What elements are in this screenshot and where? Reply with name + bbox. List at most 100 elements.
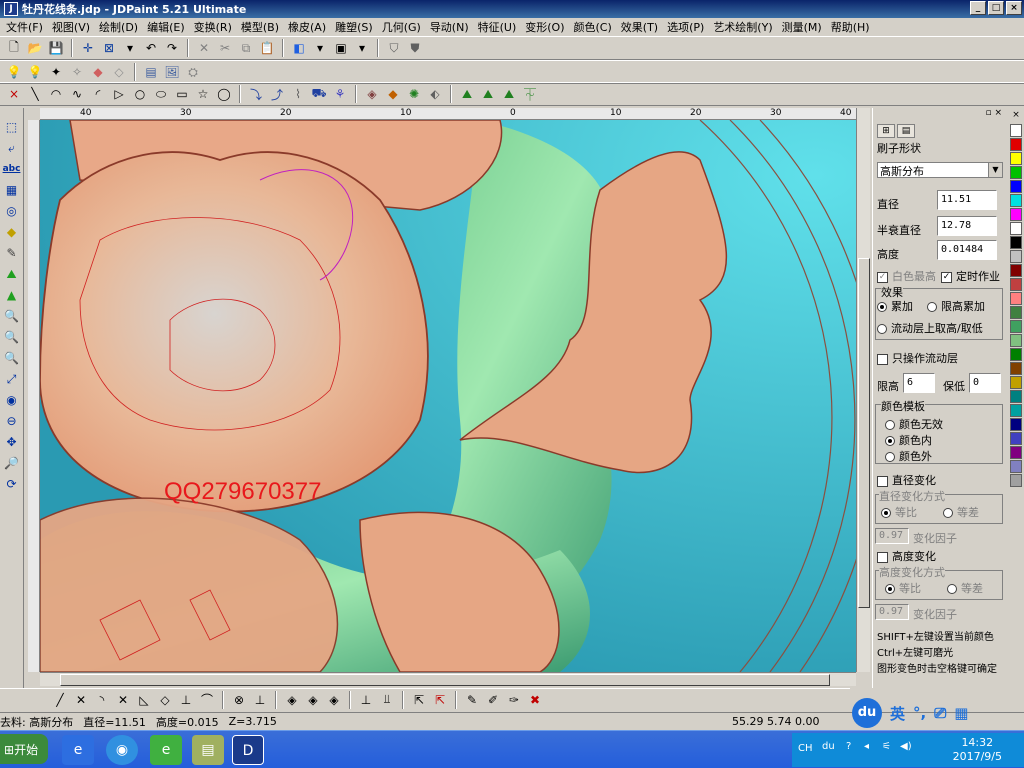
- color-swatch[interactable]: [1010, 208, 1022, 221]
- color-swatch[interactable]: [1010, 460, 1022, 473]
- refresh-icon[interactable]: ⟳: [2, 475, 22, 493]
- snap-2-icon[interactable]: ◈: [303, 690, 323, 710]
- redo-icon[interactable]: ↷: [162, 38, 182, 58]
- menu-guide[interactable]: 导动(N): [428, 19, 476, 35]
- zoom-prev-icon[interactable]: ⊖: [2, 412, 22, 430]
- color-swatch[interactable]: [1010, 166, 1022, 179]
- height-ratio-radio[interactable]: 等比: [885, 580, 921, 596]
- color-swatch[interactable]: [1010, 446, 1022, 459]
- menu-options[interactable]: 选项(P): [665, 19, 711, 35]
- diamond-tool-icon[interactable]: ◇: [155, 690, 175, 710]
- color-swatch[interactable]: [1010, 306, 1022, 319]
- color-swatch[interactable]: [1010, 418, 1022, 431]
- edit-tool-3-icon[interactable]: ✑: [504, 690, 524, 710]
- height-diff-radio[interactable]: 等差: [947, 580, 983, 596]
- color-swatch[interactable]: [1010, 362, 1022, 375]
- radio-dot[interactable]: [885, 452, 895, 462]
- view-3d-icon[interactable]: ◉: [2, 391, 22, 409]
- circle-icon[interactable]: ○: [130, 84, 150, 104]
- white-highest-checkbox[interactable]: ✓ 白色最高: [877, 268, 936, 284]
- tangent-tool-icon[interactable]: ⌒: [197, 690, 217, 710]
- text-tool-icon[interactable]: abc: [2, 160, 22, 178]
- checkbox-box[interactable]: ✓: [877, 271, 888, 283]
- snap-mid-icon[interactable]: ⊥: [250, 690, 270, 710]
- menu-geometry[interactable]: 几何(G): [380, 19, 428, 35]
- menu-help[interactable]: 帮助(H): [829, 19, 877, 35]
- drawing-canvas[interactable]: QQ279670377: [40, 120, 856, 672]
- sculpt-tool-3-icon[interactable]: ⌇: [288, 84, 308, 104]
- edit-tool-1-icon[interactable]: ✎: [462, 690, 482, 710]
- color-inside-radio[interactable]: 颜色内: [885, 432, 932, 448]
- menu-measure[interactable]: 测量(M): [780, 19, 829, 35]
- ie-browser-icon[interactable]: e: [62, 735, 94, 765]
- brush-shape-select[interactable]: 高斯分布 ▼: [877, 162, 1003, 178]
- relief-tool-6-icon[interactable]: ⛰: [478, 84, 498, 104]
- close-button[interactable]: ×: [1006, 1, 1022, 15]
- color-swatch[interactable]: [1010, 376, 1022, 389]
- color-swatch[interactable]: [1010, 250, 1022, 263]
- crosshair-icon[interactable]: ✛: [78, 38, 98, 58]
- tray-arrow-icon[interactable]: ◂: [864, 741, 869, 752]
- minimize-button[interactable]: _: [970, 1, 986, 15]
- menu-color[interactable]: 颜色(C): [572, 19, 619, 35]
- cut-icon[interactable]: ✂: [215, 38, 235, 58]
- tray-volume-icon[interactable]: ◀): [900, 741, 912, 752]
- triangle-icon[interactable]: ▷: [109, 84, 129, 104]
- relief-tool-2-icon[interactable]: ◆: [383, 84, 403, 104]
- menu-sculpt[interactable]: 雕塑(S): [333, 19, 380, 35]
- light-yellow-icon[interactable]: 💡: [25, 62, 45, 82]
- color-swatch[interactable]: [1010, 334, 1022, 347]
- radio-dot[interactable]: [927, 302, 937, 312]
- zoom-out-icon[interactable]: 🔍: [2, 349, 22, 367]
- cancel-icon[interactable]: ✖: [525, 690, 545, 710]
- open-file-icon[interactable]: 📂: [25, 38, 45, 58]
- color-outside-radio[interactable]: 颜色外: [885, 448, 932, 464]
- menu-draw[interactable]: 绘制(D): [97, 19, 145, 35]
- snap-point-icon[interactable]: ⊗: [229, 690, 249, 710]
- relief-green-icon[interactable]: ⛰: [2, 265, 22, 283]
- relief-tool-1-icon[interactable]: ◈: [362, 84, 382, 104]
- effect-flow-radio[interactable]: 流动层上取高/取低: [877, 320, 983, 336]
- relief-tool-3-icon[interactable]: ✺: [404, 84, 424, 104]
- zoom-fit-icon[interactable]: ⤢: [2, 370, 22, 388]
- tray-clock[interactable]: 14:32 2017/9/5: [953, 736, 1002, 764]
- color-swatch[interactable]: [1010, 152, 1022, 165]
- light-multi-icon[interactable]: ✦: [46, 62, 66, 82]
- color-swatch[interactable]: [1010, 264, 1022, 277]
- copy-icon[interactable]: ⧉: [236, 38, 256, 58]
- tray-du-icon[interactable]: du: [822, 741, 835, 752]
- chevron-down-icon[interactable]: ▼: [988, 163, 1002, 177]
- checkbox-box[interactable]: [877, 353, 888, 365]
- relief-tool-5-icon[interactable]: ⛰: [457, 84, 477, 104]
- arc-icon[interactable]: ◠: [46, 84, 66, 104]
- perp-tool-icon[interactable]: ⊥: [176, 690, 196, 710]
- measure-2-icon[interactable]: ⫫: [377, 690, 397, 710]
- tab-layers[interactable]: ▤: [897, 124, 915, 138]
- ellipse-icon[interactable]: ⬭: [151, 84, 171, 104]
- sculpt-tool-5-icon[interactable]: ⚘: [330, 84, 350, 104]
- timed-op-checkbox[interactable]: ✓ 定时作业: [941, 268, 1000, 284]
- tray-help-icon[interactable]: ?: [846, 741, 851, 752]
- menu-effect[interactable]: 效果(T): [619, 19, 665, 35]
- menu-transform[interactable]: 变换(R): [192, 19, 239, 35]
- ime-screen-icon[interactable]: ⎚: [934, 704, 946, 722]
- color-swatch[interactable]: [1010, 348, 1022, 361]
- diameter-field[interactable]: 11.51: [937, 190, 997, 210]
- eraser-icon[interactable]: ◆: [2, 223, 22, 241]
- menu-art-draw[interactable]: 艺术绘制(Y): [711, 19, 779, 35]
- corner-tool-icon[interactable]: ◺: [134, 690, 154, 710]
- color-swatch[interactable]: [1010, 278, 1022, 291]
- start-button[interactable]: ⊞开始: [0, 734, 48, 764]
- jdpaint-task-icon[interactable]: D: [232, 735, 264, 765]
- menu-feature[interactable]: 特征(U): [476, 19, 524, 35]
- browser-blue-icon[interactable]: ◉: [106, 735, 138, 765]
- line-tool-icon[interactable]: ╱: [50, 690, 70, 710]
- edit-tool-2-icon[interactable]: ✐: [483, 690, 503, 710]
- sculpt-tool-2-icon[interactable]: ⤴: [267, 84, 287, 104]
- height-factor-field[interactable]: 0.97: [875, 604, 909, 620]
- zoom-icon[interactable]: 🔎: [2, 454, 22, 472]
- baidu-ime-icon[interactable]: du: [852, 698, 882, 728]
- select-rect-icon[interactable]: ⬚: [2, 118, 22, 136]
- undo-icon[interactable]: ↶: [141, 38, 161, 58]
- tab-brush[interactable]: ⊞: [877, 124, 895, 138]
